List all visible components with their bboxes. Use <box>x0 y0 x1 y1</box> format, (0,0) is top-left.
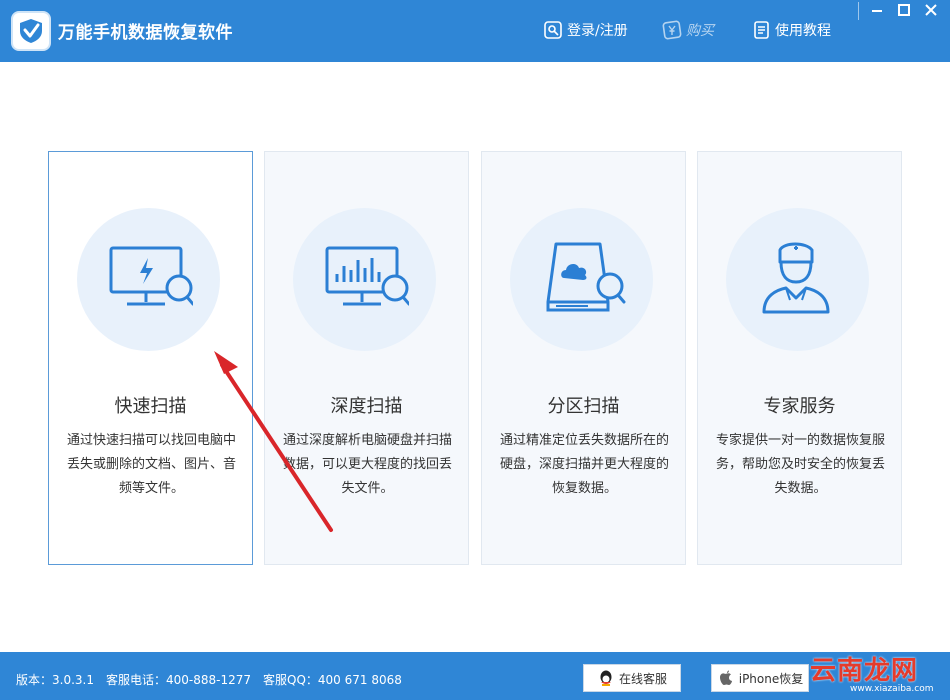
qq-penguin-icon <box>600 670 612 686</box>
minimize-icon[interactable] <box>868 2 886 18</box>
document-icon <box>754 21 769 39</box>
partition-scan-title: 分区扫描 <box>547 396 620 417</box>
iphone-recovery-button[interactable]: iPhone恢复 <box>711 664 809 692</box>
monitor-lightning-search-icon <box>109 246 193 306</box>
partition-scan-card[interactable]: 分区扫描 通过精准定位丢失数据所在的硬盘，深度扫描并更大程度的恢复数据。 <box>481 151 686 565</box>
annotation-arrow <box>214 351 333 532</box>
shield-check-icon <box>20 19 42 43</box>
buy-label: 购买 <box>686 23 714 39</box>
quick-scan-icon-circle <box>77 208 220 351</box>
footer-info: 版本：3.0.3.1 客服电话：400-888-1277 客服QQ：400 67… <box>16 671 402 688</box>
qq-text: 客服QQ：400 671 8068 <box>263 673 402 687</box>
app-logo <box>11 11 51 51</box>
maximize-icon[interactable] <box>895 2 913 18</box>
login-register-button[interactable]: 登录/注册 <box>543 18 628 42</box>
app-title: 万能手机数据恢复软件 <box>58 23 233 43</box>
login-register-label: 登录/注册 <box>567 23 628 39</box>
monitor-chart-search-icon <box>325 246 409 306</box>
expert-service-card[interactable]: 专家服务 专家提供一对一的数据恢复服务，帮助您及时安全的恢复丢失数据。 <box>697 151 902 565</box>
watermark-ghost-text: 下载吧 <box>818 616 914 651</box>
online-service-button[interactable]: 在线客服 <box>583 664 681 692</box>
footer-bar: 版本：3.0.3.1 客服电话：400-888-1277 客服QQ：400 67… <box>0 652 950 700</box>
iphone-recovery-label: iPhone恢复 <box>738 671 804 686</box>
expert-service-title: 专家服务 <box>763 396 836 417</box>
tutorial-label: 使用教程 <box>775 23 831 39</box>
disk-cloud-search-icon <box>546 242 626 312</box>
buy-button[interactable]: 购买 <box>662 18 714 42</box>
phone-text: 客服电话：400-888-1277 <box>105 673 251 687</box>
online-service-label: 在线客服 <box>618 671 667 686</box>
expert-service-description: 专家提供一对一的数据恢复服务，帮助您及时安全的恢复丢失数据。 <box>715 433 885 496</box>
key-icon <box>544 21 562 39</box>
title-bar: 万能手机数据恢复软件 登录/注册 购买 使用教程 <box>0 0 950 62</box>
tutorial-button[interactable]: 使用教程 <box>751 18 831 42</box>
expert-service-icon-circle <box>726 208 869 351</box>
window-controls-divider <box>858 2 859 20</box>
version-text: 版本：3.0.3.1 <box>16 673 94 687</box>
close-icon[interactable] <box>922 2 940 18</box>
apple-icon <box>719 670 732 685</box>
partition-scan-description: 通过精准定位丢失数据所在的硬盘，深度扫描并更大程度的恢复数据。 <box>499 433 669 496</box>
yen-tag-icon <box>662 20 682 40</box>
doctor-icon <box>762 242 830 314</box>
deep-scan-icon-circle <box>293 208 436 351</box>
partition-scan-icon-circle <box>510 208 653 351</box>
